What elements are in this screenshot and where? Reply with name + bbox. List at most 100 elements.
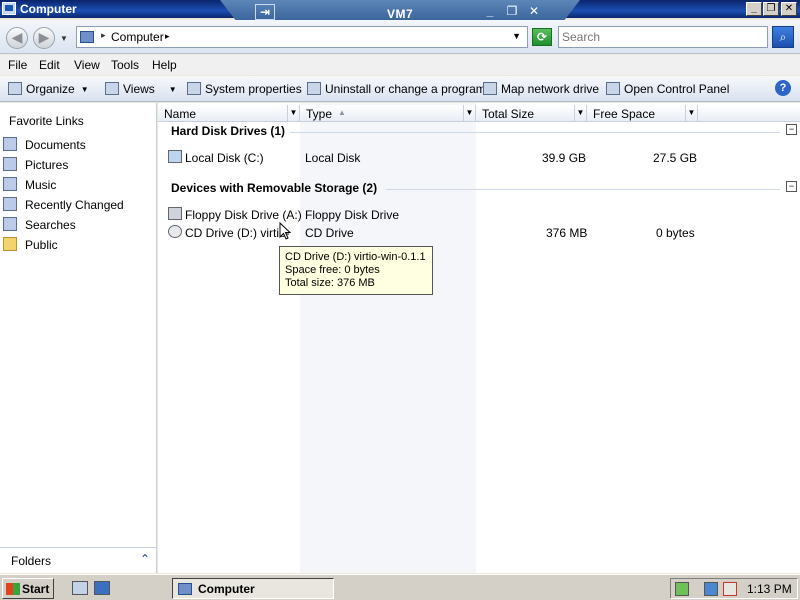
- chevron-down-icon[interactable]: ▼: [574, 105, 586, 121]
- computer-icon: [80, 31, 94, 43]
- searches-icon: [3, 217, 17, 231]
- taskbar-item-computer[interactable]: Computer: [172, 578, 334, 599]
- mouse-cursor-icon: [279, 222, 291, 240]
- column-label: Type: [306, 107, 333, 121]
- security-shield-icon[interactable]: [675, 582, 689, 596]
- menu-edit[interactable]: Edit: [39, 58, 60, 72]
- collapse-group-button[interactable]: −: [786, 124, 797, 135]
- sidebar-item-searches[interactable]: Searches: [3, 216, 153, 234]
- system-properties-button[interactable]: System properties: [187, 82, 302, 98]
- breadcrumb-chevron[interactable]: ▸: [165, 31, 170, 42]
- chevron-down-icon[interactable]: ▼: [463, 105, 475, 121]
- vm-restore-button[interactable]: ❐: [504, 4, 520, 18]
- breadcrumb-computer[interactable]: Computer: [111, 30, 164, 44]
- pin-icon[interactable]: ⇥: [255, 4, 275, 20]
- control-panel-label: Open Control Panel: [624, 82, 730, 96]
- drive-type: Local Disk: [305, 151, 361, 165]
- organize-icon: [8, 82, 22, 95]
- minimize-button[interactable]: _: [746, 2, 762, 16]
- organize-label: Organize: [26, 82, 75, 96]
- drive-name: Local Disk (C:): [185, 151, 264, 165]
- sort-ascending-icon: ▲: [338, 108, 346, 117]
- open-control-panel-button[interactable]: Open Control Panel: [606, 82, 729, 98]
- favorite-links-heading: Favorite Links: [9, 114, 84, 128]
- address-dropdown[interactable]: ▼: [512, 31, 521, 41]
- volume-muted-icon[interactable]: [723, 582, 737, 596]
- computer-icon: [2, 2, 16, 15]
- show-desktop-icon[interactable]: [94, 581, 110, 595]
- forward-button[interactable]: ▶: [33, 27, 55, 49]
- column-label: Name: [164, 107, 197, 121]
- taskbar: Start Computer 1:13 PM: [0, 574, 800, 600]
- menu-help[interactable]: Help: [152, 58, 177, 72]
- start-label: Start: [22, 582, 50, 596]
- search-input[interactable]: [558, 26, 768, 48]
- sidebar-item-public[interactable]: Public: [3, 236, 153, 254]
- sidebar-item-label: Documents: [25, 138, 86, 152]
- recently-changed-icon: [3, 197, 17, 211]
- network-drive-icon: [483, 82, 497, 95]
- folders-label: Folders: [11, 554, 52, 568]
- navigation-pane: Favorite Links Documents Pictures Music …: [0, 103, 157, 573]
- column-header-total-size[interactable]: Total Size ▼: [476, 105, 587, 122]
- drive-name: Floppy Disk Drive (A:): [185, 208, 302, 222]
- back-button[interactable]: ◀: [6, 27, 28, 49]
- organize-button[interactable]: Organize ▼: [8, 82, 89, 98]
- vm-minimize-button[interactable]: _: [482, 4, 498, 18]
- views-label: Views: [123, 82, 155, 96]
- recent-pages-dropdown[interactable]: ▼: [60, 34, 68, 43]
- drive-row-cd[interactable]: CD Drive (D:) virtio- CD Drive 376 MB 0 …: [166, 224, 786, 242]
- column-header-name[interactable]: Name ▼: [158, 105, 300, 122]
- menu-file[interactable]: File: [8, 58, 27, 72]
- address-row: ◀ ▶ ▼ ▸ Computer ▸ ▼ ⟳ ⌕: [0, 20, 800, 54]
- breadcrumb-separator[interactable]: ▸: [101, 30, 106, 41]
- collapse-group-button[interactable]: −: [786, 181, 797, 192]
- floppy-drive-icon: [168, 207, 182, 220]
- group-divider: [386, 189, 780, 190]
- menu-tools[interactable]: Tools: [111, 58, 139, 72]
- taskbar-item-label: Computer: [198, 582, 255, 596]
- chevron-down-icon[interactable]: ▼: [287, 105, 299, 121]
- maximize-button[interactable]: ❐: [763, 2, 779, 16]
- cd-drive-icon: [168, 225, 182, 238]
- vm-close-button[interactable]: ✕: [526, 4, 542, 18]
- clock[interactable]: 1:13 PM: [747, 582, 792, 596]
- group-header-hard-disks[interactable]: Hard Disk Drives (1): [171, 124, 285, 138]
- sidebar-item-recently-changed[interactable]: Recently Changed: [3, 196, 153, 214]
- search-button[interactable]: ⌕: [772, 26, 794, 48]
- uninstall-program-button[interactable]: Uninstall or change a program: [307, 82, 486, 98]
- refresh-button[interactable]: ⟳: [532, 28, 552, 46]
- system-properties-label: System properties: [205, 82, 302, 96]
- public-folder-icon: [3, 237, 17, 251]
- drive-tooltip: CD Drive (D:) virtio-win-0.1.1 Space fre…: [279, 246, 433, 295]
- chevron-down-icon: ▼: [80, 85, 89, 94]
- folders-toggle[interactable]: Folders ⌃: [0, 547, 156, 573]
- drive-total-size: 39.9 GB: [542, 151, 587, 165]
- group-header-removable[interactable]: Devices with Removable Storage (2): [171, 181, 377, 195]
- hard-disk-icon: [168, 150, 182, 163]
- menu-bar: File Edit View Tools Help: [0, 55, 800, 75]
- column-headers: Name ▼ Type ▲ ▼ Total Size ▼ Free Space …: [158, 105, 800, 122]
- chevron-down-icon[interactable]: ▼: [685, 105, 697, 121]
- drive-row-floppy[interactable]: Floppy Disk Drive (A:) Floppy Disk Drive: [166, 206, 786, 224]
- help-icon[interactable]: ?: [775, 80, 791, 96]
- close-button[interactable]: ✕: [781, 2, 797, 16]
- uninstall-label: Uninstall or change a program: [325, 82, 486, 96]
- sidebar-item-pictures[interactable]: Pictures: [3, 156, 153, 174]
- column-header-free-space[interactable]: Free Space ▼: [587, 105, 698, 122]
- pictures-icon: [3, 157, 17, 171]
- column-header-type[interactable]: Type ▲ ▼: [300, 105, 476, 122]
- sidebar-item-music[interactable]: Music: [3, 176, 153, 194]
- server-manager-icon[interactable]: [72, 581, 88, 595]
- command-bar: Organize ▼ Views ▼ System properties Unins…: [0, 76, 800, 102]
- window-title: Computer: [20, 2, 77, 16]
- start-button[interactable]: Start: [2, 578, 54, 599]
- drive-row-local-disk[interactable]: Local Disk (C:) Local Disk 39.9 GB 27.5 …: [166, 149, 786, 167]
- network-icon[interactable]: [704, 582, 718, 596]
- column-label: Total Size: [482, 107, 535, 121]
- map-network-drive-button[interactable]: Map network drive: [483, 82, 599, 98]
- menu-view[interactable]: View: [74, 58, 100, 72]
- sidebar-item-documents[interactable]: Documents: [3, 136, 153, 154]
- address-bar[interactable]: ▸ Computer ▸ ▼: [76, 26, 528, 48]
- views-button[interactable]: Views ▼: [105, 82, 177, 98]
